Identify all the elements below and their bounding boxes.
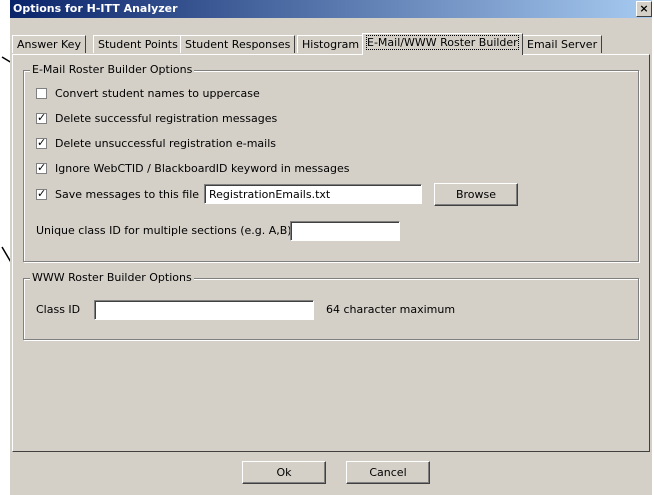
unique-class-id-label: Unique class ID for multiple sections (e… <box>36 224 292 237</box>
class-id-label: Class ID <box>36 303 81 316</box>
tab-email-www-roster-builder[interactable]: E-Mail/WWW Roster Builder <box>362 33 523 55</box>
ignore-keyword-checkbox[interactable]: ✓ <box>36 161 47 174</box>
title-bar: Options for H-ITT Analyzer × <box>10 0 652 18</box>
save-messages-label: Save messages to this file <box>55 188 200 201</box>
email-roster-group: E-Mail Roster Builder Options Convert st… <box>23 63 639 262</box>
browse-button[interactable]: Browse <box>434 183 518 206</box>
uppercase-label: Convert student names to uppercase <box>55 87 260 100</box>
email-group-title: E-Mail Roster Builder Options <box>30 63 195 76</box>
delete-unsuccessful-checkbox[interactable]: ✓ <box>36 136 47 149</box>
save-messages-checkbox[interactable]: ✓ <box>36 187 47 200</box>
window-title: Options for H-ITT Analyzer <box>13 2 178 15</box>
www-group-title: WWW Roster Builder Options <box>30 271 194 284</box>
cancel-button[interactable]: Cancel <box>346 461 430 484</box>
tab-email-server[interactable]: Email Server <box>522 35 603 53</box>
options-dialog: Options for H-ITT Analyzer × Answer Key … <box>10 0 652 495</box>
filename-input[interactable] <box>204 184 422 204</box>
delete-successful-checkbox[interactable]: ✓ <box>36 111 47 124</box>
delete-successful-label: Delete successful registration messages <box>55 112 278 125</box>
ignore-keyword-label: Ignore WebCTID / BlackboardID keyword in… <box>55 162 350 175</box>
close-button[interactable]: × <box>636 1 652 17</box>
www-roster-group: WWW Roster Builder Options Class ID 64 c… <box>23 271 639 340</box>
check-icon: ✓ <box>37 187 47 200</box>
tab-student-points[interactable]: Student Points <box>93 35 183 53</box>
close-icon: × <box>639 2 649 15</box>
class-id-max-note: 64 character maximum <box>326 303 456 316</box>
uppercase-checkbox[interactable] <box>36 88 47 99</box>
tab-histogram[interactable]: Histogram <box>297 35 365 53</box>
check-icon: ✓ <box>37 136 47 149</box>
tab-answer-key[interactable]: Answer Key <box>12 35 86 53</box>
class-id-input[interactable] <box>94 300 314 320</box>
check-icon: ✓ <box>37 111 47 124</box>
check-icon: ✓ <box>37 161 47 174</box>
ok-button[interactable]: Ok <box>242 461 326 484</box>
unique-class-id-input[interactable] <box>290 221 400 241</box>
delete-unsuccessful-label: Delete unsuccessful registration e-mails <box>55 137 277 150</box>
tab-panel: E-Mail Roster Builder Options Convert st… <box>12 54 650 452</box>
tab-student-responses[interactable]: Student Responses <box>180 35 296 53</box>
